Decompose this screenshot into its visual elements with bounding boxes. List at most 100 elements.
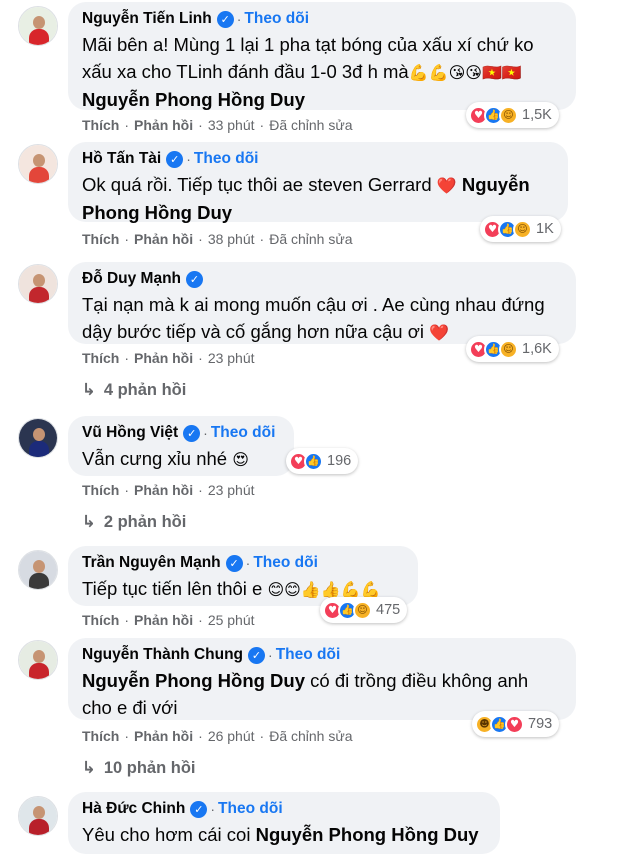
follow-button[interactable]: Theo dõi <box>253 554 318 572</box>
avatar[interactable] <box>18 6 58 46</box>
reply-arrow-icon: ↳ <box>82 512 96 531</box>
avatar[interactable] <box>18 640 58 680</box>
reply-button[interactable]: Phản hồi <box>134 482 193 498</box>
avatar[interactable] <box>18 264 58 304</box>
verified-icon: ✓ <box>248 646 266 664</box>
separator-dot: · <box>245 555 251 571</box>
like-button[interactable]: Thích <box>82 482 119 498</box>
separator-dot: · <box>210 801 216 817</box>
heart-eyes-emoji: 😍 <box>232 450 249 469</box>
follow-button[interactable]: Theo dõi <box>211 424 276 442</box>
comment-actions: Thích · Phản hồi · 33 phút · Đã chỉnh sửa <box>82 117 353 133</box>
separator-dot: · <box>268 647 273 663</box>
comment-bubble: Nguyễn Tiến Linh ✓ · Theo dõi Mãi bên a!… <box>68 2 576 110</box>
reaction-summary[interactable]: ♥ 👍 196 <box>286 448 359 474</box>
comment-bubble: Vũ Hồng Việt ✓ · Theo dõi Vẫn cưng xỉu n… <box>68 416 294 476</box>
edited-label: Đã chỉnh sửa <box>269 231 353 247</box>
comment-actions: Thích · Phản hồi · 23 phút <box>82 350 255 366</box>
reaction-summary[interactable]: ♥ 👍 ☺ 1,6K <box>466 336 559 362</box>
tagged-user-link[interactable]: Nguyễn Phong Hồng Duy <box>256 824 479 845</box>
verified-icon: ✓ <box>186 270 204 288</box>
reply-button[interactable]: Phản hồi <box>134 728 193 744</box>
follow-button[interactable]: Theo dõi <box>194 150 259 168</box>
comment-actions: Thích · Phản hồi · 23 phút <box>82 482 255 498</box>
reaction-count: 475 <box>376 602 401 618</box>
reaction-summary[interactable]: ☻ 👍 ♥ 793 <box>472 711 560 737</box>
reaction-count: 1K <box>536 221 554 237</box>
avatar[interactable] <box>18 418 58 458</box>
reaction-count: 1,6K <box>522 341 552 357</box>
comment-text: Vẫn cưng xỉu nhé 😍 <box>82 448 249 469</box>
verified-icon: ✓ <box>225 554 243 572</box>
care-reaction-icon: ☺ <box>353 600 372 620</box>
timestamp[interactable]: 26 phút <box>208 728 255 744</box>
author-name[interactable]: Hồ Tấn Tài <box>82 150 161 168</box>
timestamp[interactable]: 23 phút <box>208 482 255 498</box>
view-replies-link[interactable]: ↳ 10 phản hồi <box>82 758 196 778</box>
edited-label: Đã chỉnh sửa <box>269 117 353 133</box>
reaction-count: 196 <box>327 453 352 469</box>
care-reaction-icon: ☺ <box>513 219 532 239</box>
reaction-count: 793 <box>528 716 553 732</box>
avatar[interactable] <box>18 144 58 184</box>
separator-dot: · <box>203 425 208 441</box>
reply-button[interactable]: Phản hồi <box>134 231 193 247</box>
avatar[interactable] <box>18 550 58 590</box>
care-reaction-icon: ☺ <box>499 339 518 359</box>
comment-actions: Thích · Phản hồi · 26 phút · Đã chỉnh sửa <box>82 728 353 744</box>
edited-label: Đã chỉnh sửa <box>269 728 353 744</box>
comment-bubble: Hà Đức Chinh ✓ · Theo dõi Yêu cho hơm cá… <box>68 792 500 854</box>
timestamp[interactable]: 25 phút <box>208 612 255 628</box>
view-replies-link[interactable]: ↳ 2 phản hồi <box>82 512 186 532</box>
tagged-user-link[interactable]: Nguyễn Phong Hồng Duy <box>82 670 305 691</box>
reaction-summary[interactable]: ♥ 👍 ☺ 475 <box>320 597 408 623</box>
author-name[interactable]: Đỗ Duy Mạnh <box>82 270 181 288</box>
follow-button[interactable]: Theo dõi <box>244 10 309 28</box>
comment-actions: Thích · Phản hồi · 38 phút · Đã chỉnh sửa <box>82 231 353 247</box>
verified-icon: ✓ <box>190 800 208 818</box>
verified-icon: ✓ <box>166 150 184 168</box>
author-name[interactable]: Vũ Hồng Việt <box>82 424 178 442</box>
reply-button[interactable]: Phản hồi <box>134 117 193 133</box>
like-button[interactable]: Thích <box>82 231 119 247</box>
author-name[interactable]: Nguyễn Thành Chung <box>82 646 243 664</box>
like-button[interactable]: Thích <box>82 117 119 133</box>
follow-button[interactable]: Theo dõi <box>218 800 283 818</box>
love-reaction-icon: ♥ <box>505 714 524 734</box>
comment-bubble: Đỗ Duy Mạnh ✓ Tại nạn mà k ai mong muốn … <box>68 262 576 344</box>
verified-icon: ✓ <box>216 10 234 28</box>
author-name[interactable]: Trần Nguyên Mạnh <box>82 554 221 572</box>
reply-arrow-icon: ↳ <box>82 380 96 399</box>
tagged-user-link[interactable]: Nguyễn Phong Hồng Duy <box>82 89 305 110</box>
heart-emoji: ❤️ <box>436 176 457 195</box>
reaction-count: 1,5K <box>522 107 552 123</box>
reaction-summary[interactable]: ♥ 👍 ☺ 1K <box>480 216 561 242</box>
avatar[interactable] <box>18 796 58 836</box>
timestamp[interactable]: 38 phút <box>208 231 255 247</box>
care-reaction-icon: ☺ <box>499 105 518 125</box>
like-button[interactable]: Thích <box>82 350 119 366</box>
timestamp[interactable]: 23 phút <box>208 350 255 366</box>
follow-button[interactable]: Theo dõi <box>276 646 341 664</box>
reply-button[interactable]: Phản hồi <box>134 612 193 628</box>
comment-actions: Thích · Phản hồi · 25 phút <box>82 612 255 628</box>
timestamp[interactable]: 33 phút <box>208 117 255 133</box>
author-name[interactable]: Nguyễn Tiến Linh <box>82 10 212 28</box>
reply-arrow-icon: ↳ <box>82 758 96 777</box>
emoji-sequence: 💪💪😘😘🇻🇳🇻🇳 <box>408 63 522 82</box>
heart-emoji: ❤️ <box>429 323 450 342</box>
separator-dot: · <box>186 151 191 167</box>
reaction-summary[interactable]: ♥ 👍 ☺ 1,5K <box>466 102 559 128</box>
verified-icon: ✓ <box>183 424 201 442</box>
like-reaction-icon: 👍 <box>304 451 323 471</box>
comment-text: Ok quá rồi. Tiếp tục thôi ae steven Gerr… <box>82 174 530 223</box>
reply-button[interactable]: Phản hồi <box>134 350 193 366</box>
comment-bubble: Hồ Tấn Tài ✓ · Theo dõi Ok quá rồi. Tiếp… <box>68 142 568 223</box>
author-name[interactable]: Hà Đức Chinh <box>82 800 185 818</box>
view-replies-link[interactable]: ↳ 4 phản hồi <box>82 380 186 400</box>
like-button[interactable]: Thích <box>82 612 119 628</box>
separator-dot: · <box>236 11 242 27</box>
comment-text: Yêu cho hơm cái coi Nguyễn Phong Hồng Du… <box>82 824 479 845</box>
comment-bubble: Nguyễn Thành Chung ✓ · Theo dõi Nguyễn P… <box>68 638 576 720</box>
like-button[interactable]: Thích <box>82 728 119 744</box>
